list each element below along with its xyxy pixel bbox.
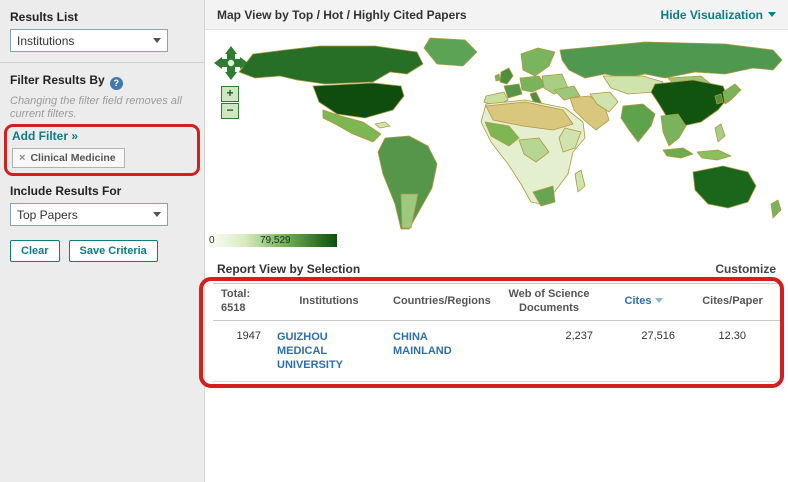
add-filter-section: Add Filter » × Clinical Medicine: [4, 124, 200, 176]
results-table: Total: 6518 Institutions Countries/Regio…: [213, 283, 780, 382]
customize-link[interactable]: Customize: [715, 262, 776, 276]
include-results-select[interactable]: Top Papers: [10, 203, 168, 226]
results-list-select[interactable]: Institutions: [10, 29, 168, 52]
chevron-down-icon: [768, 12, 776, 17]
sort-desc-icon: [655, 298, 663, 303]
col-total: Total: 6518: [213, 284, 271, 321]
main-panel: Map View by Top / Hot / Highly Cited Pap…: [205, 0, 788, 482]
filter-sidebar: Results List Institutions Filter Results…: [0, 0, 205, 482]
hide-visualization-link[interactable]: Hide Visualization: [661, 8, 776, 22]
zoom-in-button[interactable]: +: [221, 86, 239, 102]
table-header-row: Total: 6518 Institutions Countries/Regio…: [213, 284, 780, 321]
results-list-label: Results List: [10, 10, 194, 24]
cites-per-paper-value: 12.30: [685, 320, 780, 382]
include-results-value: Top Papers: [17, 208, 78, 222]
institution-link[interactable]: GUIZHOU MEDICAL UNIVERSITY: [277, 330, 363, 373]
legend-min-value: 0: [209, 235, 215, 246]
chevron-down-icon: [153, 38, 161, 43]
world-map[interactable]: [225, 36, 785, 236]
filter-note: Changing the filter field removes all cu…: [10, 95, 182, 123]
col-cites[interactable]: Cites: [603, 284, 685, 321]
save-criteria-button[interactable]: Save Criteria: [69, 240, 158, 262]
filter-tag-label: Clinical Medicine: [30, 152, 115, 164]
sidebar-divider: [0, 62, 204, 63]
add-filter-link[interactable]: Add Filter »: [12, 129, 78, 143]
filter-tag-clinical-medicine[interactable]: × Clinical Medicine: [12, 148, 125, 168]
col-institutions: Institutions: [271, 284, 387, 321]
help-icon[interactable]: ?: [110, 77, 123, 90]
col-cites-per-paper[interactable]: Cites/Paper: [685, 284, 780, 321]
include-results-label: Include Results For: [10, 184, 194, 198]
documents-value: 2,237: [495, 320, 603, 382]
cites-value: 27,516: [603, 320, 685, 382]
clear-button[interactable]: Clear: [10, 240, 60, 262]
results-table-wrap: Total: 6518 Institutions Countries/Regio…: [213, 283, 780, 382]
results-list-value: Institutions: [17, 34, 74, 48]
col-countries-regions: Countries/Regions: [387, 284, 495, 321]
esi-results-screen: Results List Institutions Filter Results…: [0, 0, 788, 482]
row-count: 1947: [213, 320, 271, 382]
legend-max-value: 79,529: [260, 235, 291, 246]
map-title: Map View by Top / Hot / Highly Cited Pap…: [217, 8, 467, 22]
pan-control[interactable]: [214, 46, 248, 80]
map-legend: 0 79,529: [205, 234, 337, 247]
map-area: + −: [205, 30, 788, 255]
zoom-out-button[interactable]: −: [221, 103, 239, 119]
col-wos-documents[interactable]: Web of Science Documents: [495, 284, 603, 321]
report-title: Report View by Selection: [217, 262, 360, 276]
report-bar: Report View by Selection Customize: [205, 255, 788, 281]
filter-results-by-label: Filter Results By?: [10, 73, 194, 90]
map-header: Map View by Top / Hot / Highly Cited Pap…: [205, 0, 788, 30]
chevron-down-icon: [153, 212, 161, 217]
remove-filter-icon[interactable]: ×: [19, 153, 25, 164]
country-link[interactable]: CHINA MAINLAND: [393, 330, 463, 359]
table-row: 1947 GUIZHOU MEDICAL UNIVERSITY CHINA MA…: [213, 320, 780, 382]
